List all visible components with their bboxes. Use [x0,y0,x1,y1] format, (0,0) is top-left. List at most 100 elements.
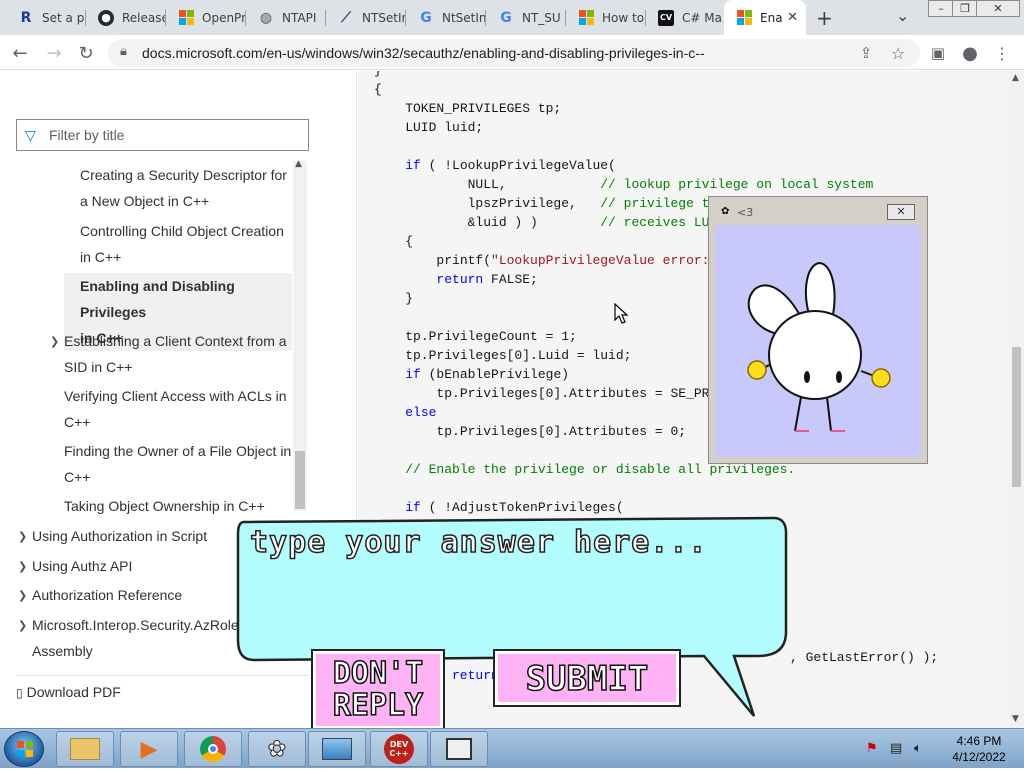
close-tab-icon[interactable]: ✕ [787,10,798,25]
mouse-cursor-icon [614,303,629,324]
chevron-right-icon[interactable]: ❯ [18,589,27,602]
ntapi-icon: ⟋ [341,9,351,26]
url-text[interactable]: docs.microsoft.com/en-us/windows/win32/s… [142,45,705,61]
side-panel-icon[interactable]: ▣ [928,43,948,63]
minimize-button[interactable]: – [928,0,954,17]
dont-reply-label: REPLY [332,688,424,723]
scroll-up-icon[interactable]: ▲ [1012,73,1019,83]
globe-icon: ◍ [259,9,273,26]
toc-item-label: SID in C++ [64,359,133,375]
tab-1[interactable]: ● Release [86,0,166,35]
reload-icon[interactable]: ↻ [76,43,96,64]
tab-label: How to [602,10,645,25]
code-line: TOKEN_PRIVILEGES tp; [374,101,562,116]
menu-icon[interactable]: ⋮ [992,43,1012,63]
tab-active[interactable]: Ena ✕ [724,0,806,35]
tab-8[interactable]: CV C# Ma [646,0,726,35]
back-icon[interactable]: ← [10,43,30,64]
clock-date: 4/12/2022 [952,750,1006,764]
bookmark-star-icon[interactable]: ☆ [888,43,908,63]
toc-item[interactable]: Verifying Client Access with ACLs in C++ [64,383,292,435]
toc-scrollbar[interactable]: ▲ [293,159,307,511]
chevron-right-icon[interactable]: ❯ [50,335,59,348]
cv-icon: CV [658,9,674,26]
bunny-widget-window[interactable]: ✿ <3 ✕ [708,196,928,464]
tab-2[interactable]: OpenPr [166,0,246,35]
tab-6[interactable]: G NT_SU [486,0,566,35]
toc-item-label: C++ [64,469,91,485]
folder-icon [70,738,100,760]
rider-icon: R [20,9,32,26]
dont-reply-button[interactable]: DON'T REPLY [311,649,445,731]
close-window-button[interactable]: ✕ [976,0,1020,17]
toc-item-label: Creating a Security Descriptor for [80,167,287,183]
toc-item[interactable]: Establishing a Client Context from a SID… [64,328,292,380]
toc-item-label: Controlling Child Object Creation [80,223,284,239]
address-bar[interactable]: 🔒︎ docs.microsoft.com/en-us/windows/win3… [108,39,920,67]
code-line: } [374,71,873,80]
submit-button[interactable]: SUBMIT [493,649,681,707]
forward-icon[interactable]: → [44,43,64,64]
download-pdf-label: Download PDF [26,684,121,700]
start-button[interactable] [4,731,44,767]
filter-icon: ▽ [25,127,36,143]
answer-input[interactable]: type your answer here... [249,524,707,561]
code-line: if ( !LookupPrivilegeValue( [405,158,616,173]
chevron-right-icon[interactable]: ❯ [18,619,27,632]
page-scroll-thumb[interactable] [1012,347,1021,487]
new-tab-button[interactable]: + [816,6,833,30]
tab-label: Release [122,10,166,25]
tab-label: NTSetIn [362,10,406,25]
action-center-icon[interactable]: ⚑ [866,741,878,756]
microsoft-icon [178,10,194,26]
tab-label: NTAPI [282,10,317,25]
tab-7[interactable]: How to [566,0,646,35]
tab-0[interactable]: R Set a p [6,0,86,35]
taskbar-chrome[interactable] [184,731,242,767]
toc-item-label: Enabling and Disabling Privileges [80,278,235,320]
microsoft-icon [578,10,594,26]
github-icon: ● [98,9,114,26]
tab-label: NT_SU [522,10,561,25]
taskbar-clock[interactable]: 4:46 PM 4/12/2022 [944,733,1014,765]
tab-4[interactable]: ⟋ NTSetIn [326,0,406,35]
filter-placeholder: Filter by title [49,127,125,143]
toc-scroll-thumb[interactable] [295,451,305,509]
tab-strip: R Set a p ● Release OpenPr ◍ NTAPI ⟋ NTS… [0,0,1024,35]
taskbar-explorer[interactable] [56,731,114,767]
network-icon[interactable]: ▤ [890,741,902,756]
scroll-up-icon[interactable]: ▲ [295,159,302,169]
tab-search-icon[interactable]: ⌄ [896,6,909,25]
share-icon[interactable]: ⇪ [856,43,876,63]
pdf-icon: ▯ [16,686,23,700]
filter-input[interactable]: ▽ Filter by title [16,119,309,151]
scroll-down-icon[interactable]: ▼ [1012,714,1019,724]
chevron-right-icon[interactable]: ❯ [18,560,27,573]
chrome-icon [200,736,226,762]
page-scrollbar[interactable]: ▲ ▼ [1009,71,1024,728]
image-viewer-icon [322,738,352,760]
taskbar-devcpp[interactable]: DEV C++ [370,731,428,767]
taskbar-media-player[interactable]: ▶ [120,731,178,767]
bunny-close-button[interactable]: ✕ [887,204,915,220]
toc-item-label: in C++ [80,249,122,265]
chevron-right-icon[interactable]: ❯ [18,530,27,543]
maximize-button[interactable]: ❐ [952,0,978,17]
console-icon [446,738,472,760]
taskbar-console[interactable] [430,731,488,767]
profile-icon[interactable]: ● [960,43,980,64]
volume-icon[interactable]: 🔈︎ [914,741,922,756]
tab-5[interactable]: G NtSetIn [406,0,486,35]
taskbar-bunny-app[interactable]: ✿ [248,731,306,767]
code-line: NULL, // lookup privilege on local syste… [374,177,874,192]
toc-item[interactable]: Controlling Child Object Creation in C++ [80,218,292,270]
code-line: { [374,82,382,97]
tab-label: Set a p [42,10,85,25]
toc-item[interactable]: Finding the Owner of a File Object in C+… [64,438,292,490]
taskbar-image-viewer[interactable] [308,731,366,767]
toc-item[interactable]: Creating a Security Descriptor for a New… [80,162,292,214]
tab-3[interactable]: ◍ NTAPI [246,0,326,35]
clock-time: 4:46 PM [956,734,1002,748]
windows-logo-icon [17,741,33,757]
lock-icon: 🔒︎ [120,44,127,59]
